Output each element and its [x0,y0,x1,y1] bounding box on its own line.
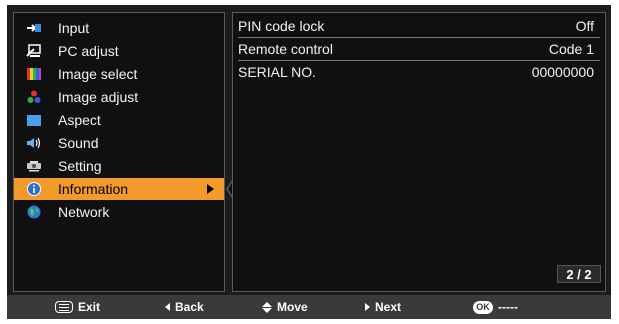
menu-item-network[interactable]: Network [14,201,224,223]
info-icon [24,181,44,197]
menu-item-label: Image select [58,66,138,82]
input-icon [24,20,44,36]
osd-screen: Input PC adjust Image select Image adjus… [7,5,611,295]
menu-item-image-adjust[interactable]: Image adjust [14,86,224,108]
info-row-label: PIN code lock [238,18,325,34]
menu-item-label: Information [58,181,129,197]
setting-icon [24,158,44,174]
menu-item-label: Aspect [58,112,101,128]
ok-hint[interactable]: OK ----- [473,299,518,315]
info-row-label: Remote control [238,41,333,57]
menu-item-label: Network [58,204,110,220]
menu-item-sound[interactable]: Sound [14,132,224,154]
page-indicator: 2 / 2 [557,265,601,283]
image-select-icon [24,66,44,82]
menu-item-label: PC adjust [58,43,119,59]
ok-button-icon: OK [473,300,493,314]
main-menu: Input PC adjust Image select Image adjus… [13,12,225,292]
menu-item-label: Sound [58,135,99,151]
move-label: Move [277,300,308,314]
menu-item-label: Input [58,20,90,36]
next-label: Next [375,300,402,314]
arrow-up-down-icon [262,301,272,313]
move-hint[interactable]: Move [262,299,308,315]
bottom-help-bar: Exit Back Move Next OK ----- [7,295,611,319]
projector-osd: Input PC adjust Image select Image adjus… [0,0,619,324]
exit-hint[interactable]: Exit [55,299,100,315]
aspect-icon [24,112,44,128]
speaker-icon [24,135,44,151]
pc-adjust-icon [24,43,44,59]
menu-item-information[interactable]: Information [14,178,224,200]
next-hint[interactable]: Next [365,299,401,315]
back-label: Back [175,300,204,314]
info-row-value: Code 1 [548,41,594,57]
menu-item-input[interactable]: Input [14,17,224,39]
arrow-right-icon [365,303,370,311]
menu-item-setting[interactable]: Setting [14,155,224,177]
information-panel: PIN code lock Off Remote control Code 1 … [232,12,606,292]
info-row-value: Off [575,18,594,34]
submenu-arrow-icon [207,184,214,194]
ok-value: ----- [498,300,518,314]
info-row-pin-code-lock: PIN code lock Off [238,15,600,37]
arrow-left-icon [165,303,170,311]
menu-button-icon [55,301,73,313]
exit-label: Exit [78,300,101,314]
info-row-value: 00000000 [531,64,594,80]
info-row-serial-no: SERIAL NO. 00000000 [238,61,600,83]
info-row-remote-control: Remote control Code 1 [238,38,600,60]
back-hint[interactable]: Back [165,299,204,315]
menu-item-label: Image adjust [58,89,139,105]
menu-item-label: Setting [58,158,102,174]
menu-item-pc-adjust[interactable]: PC adjust [14,40,224,62]
image-adjust-icon [24,89,44,105]
menu-item-aspect[interactable]: Aspect [14,109,224,131]
globe-icon [24,204,44,220]
info-row-label: SERIAL NO. [238,64,317,80]
menu-item-image-select[interactable]: Image select [14,63,224,85]
